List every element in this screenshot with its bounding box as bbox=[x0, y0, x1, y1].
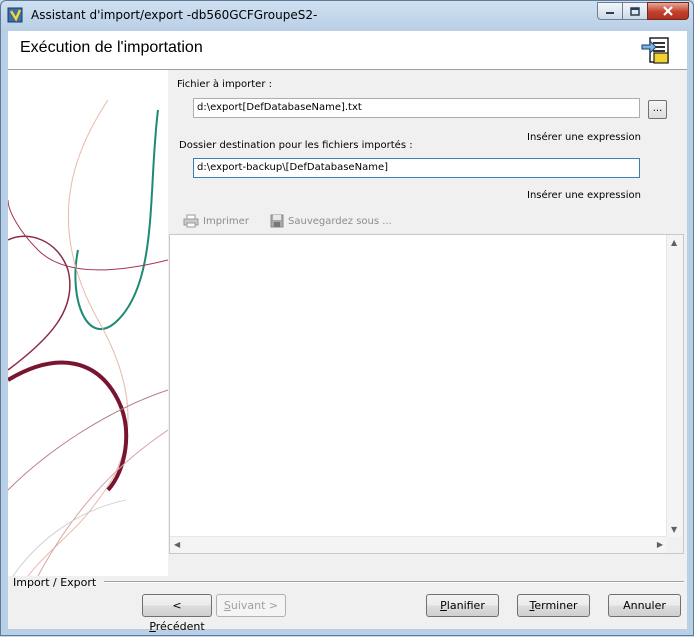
close-icon bbox=[663, 6, 673, 16]
decorative-side-panel bbox=[8, 70, 168, 576]
window-title: Assistant d'import/export -db560GCFGroup… bbox=[31, 8, 318, 22]
minimize-icon bbox=[606, 12, 614, 14]
scroll-left-icon[interactable]: ◀ bbox=[174, 540, 180, 549]
decorative-swirl-graphic bbox=[8, 99, 168, 576]
save-as-label: Sauvegardez sous ... bbox=[288, 215, 392, 227]
printer-icon bbox=[183, 214, 199, 228]
app-icon bbox=[7, 7, 23, 23]
page-title: Exécution de l'importation bbox=[20, 39, 203, 56]
file-to-import-input[interactable]: d:\export[DefDatabaseName].txt bbox=[193, 98, 640, 118]
scroll-corner bbox=[667, 537, 683, 553]
import-wizard-icon bbox=[641, 37, 669, 64]
finish-label-rest: erminer bbox=[534, 599, 578, 612]
wizard-header: Exécution de l'importation bbox=[8, 31, 687, 70]
print-button[interactable]: Imprimer bbox=[183, 212, 249, 230]
next-button[interactable]: Suivant > bbox=[216, 594, 286, 617]
previous-button[interactable]: < Précédent bbox=[142, 594, 212, 633]
cancel-button[interactable]: Annuler bbox=[608, 594, 681, 617]
scroll-right-icon[interactable]: ▶ bbox=[657, 540, 663, 549]
print-label: Imprimer bbox=[203, 215, 249, 227]
scroll-down-icon[interactable]: ▼ bbox=[671, 525, 677, 534]
maximize-button[interactable] bbox=[622, 2, 648, 20]
previous-label-rest: récédent bbox=[155, 620, 205, 633]
wizard-client-area: Exécution de l'importation Fichier à imp… bbox=[8, 31, 687, 633]
horizontal-scrollbar[interactable]: ◀ ▶ bbox=[170, 536, 667, 553]
footer-group-label: Import / Export bbox=[13, 576, 100, 589]
schedule-label-rest: lanifier bbox=[446, 599, 485, 612]
insert-expression-link-folder[interactable]: Insérer une expression bbox=[527, 190, 641, 201]
import-log-area[interactable]: ▲ ▼ ◀ ▶ bbox=[169, 234, 684, 554]
file-to-import-label: Fichier à importer : bbox=[177, 79, 272, 90]
destination-folder-input[interactable]: d:\export-backup\[DefDatabaseName] bbox=[193, 158, 640, 178]
finish-button[interactable]: Terminer bbox=[517, 594, 590, 617]
browse-button[interactable]: ... bbox=[648, 100, 667, 119]
schedule-mnemonic: P bbox=[440, 599, 447, 612]
footer-divider bbox=[104, 581, 684, 583]
insert-expression-link-file[interactable]: Insérer une expression bbox=[527, 132, 641, 143]
wizard-window: Assistant d'import/export -db560GCFGroup… bbox=[0, 0, 694, 636]
vertical-scrollbar[interactable]: ▲ ▼ bbox=[666, 235, 683, 537]
next-label-rest: uivant > bbox=[230, 599, 279, 612]
schedule-button[interactable]: Planifier bbox=[426, 594, 499, 617]
title-bar[interactable]: Assistant d'import/export -db560GCFGroup… bbox=[1, 1, 693, 29]
floppy-disk-icon bbox=[270, 214, 284, 228]
minimize-button[interactable] bbox=[597, 2, 623, 20]
save-as-button[interactable]: Sauvegardez sous ... bbox=[270, 212, 392, 230]
destination-folder-label: Dossier destination pour les fichiers im… bbox=[179, 140, 413, 151]
next-mnemonic: S bbox=[223, 599, 231, 612]
close-button[interactable] bbox=[647, 2, 689, 20]
scroll-up-icon[interactable]: ▲ bbox=[671, 238, 677, 247]
maximize-icon bbox=[630, 6, 640, 16]
